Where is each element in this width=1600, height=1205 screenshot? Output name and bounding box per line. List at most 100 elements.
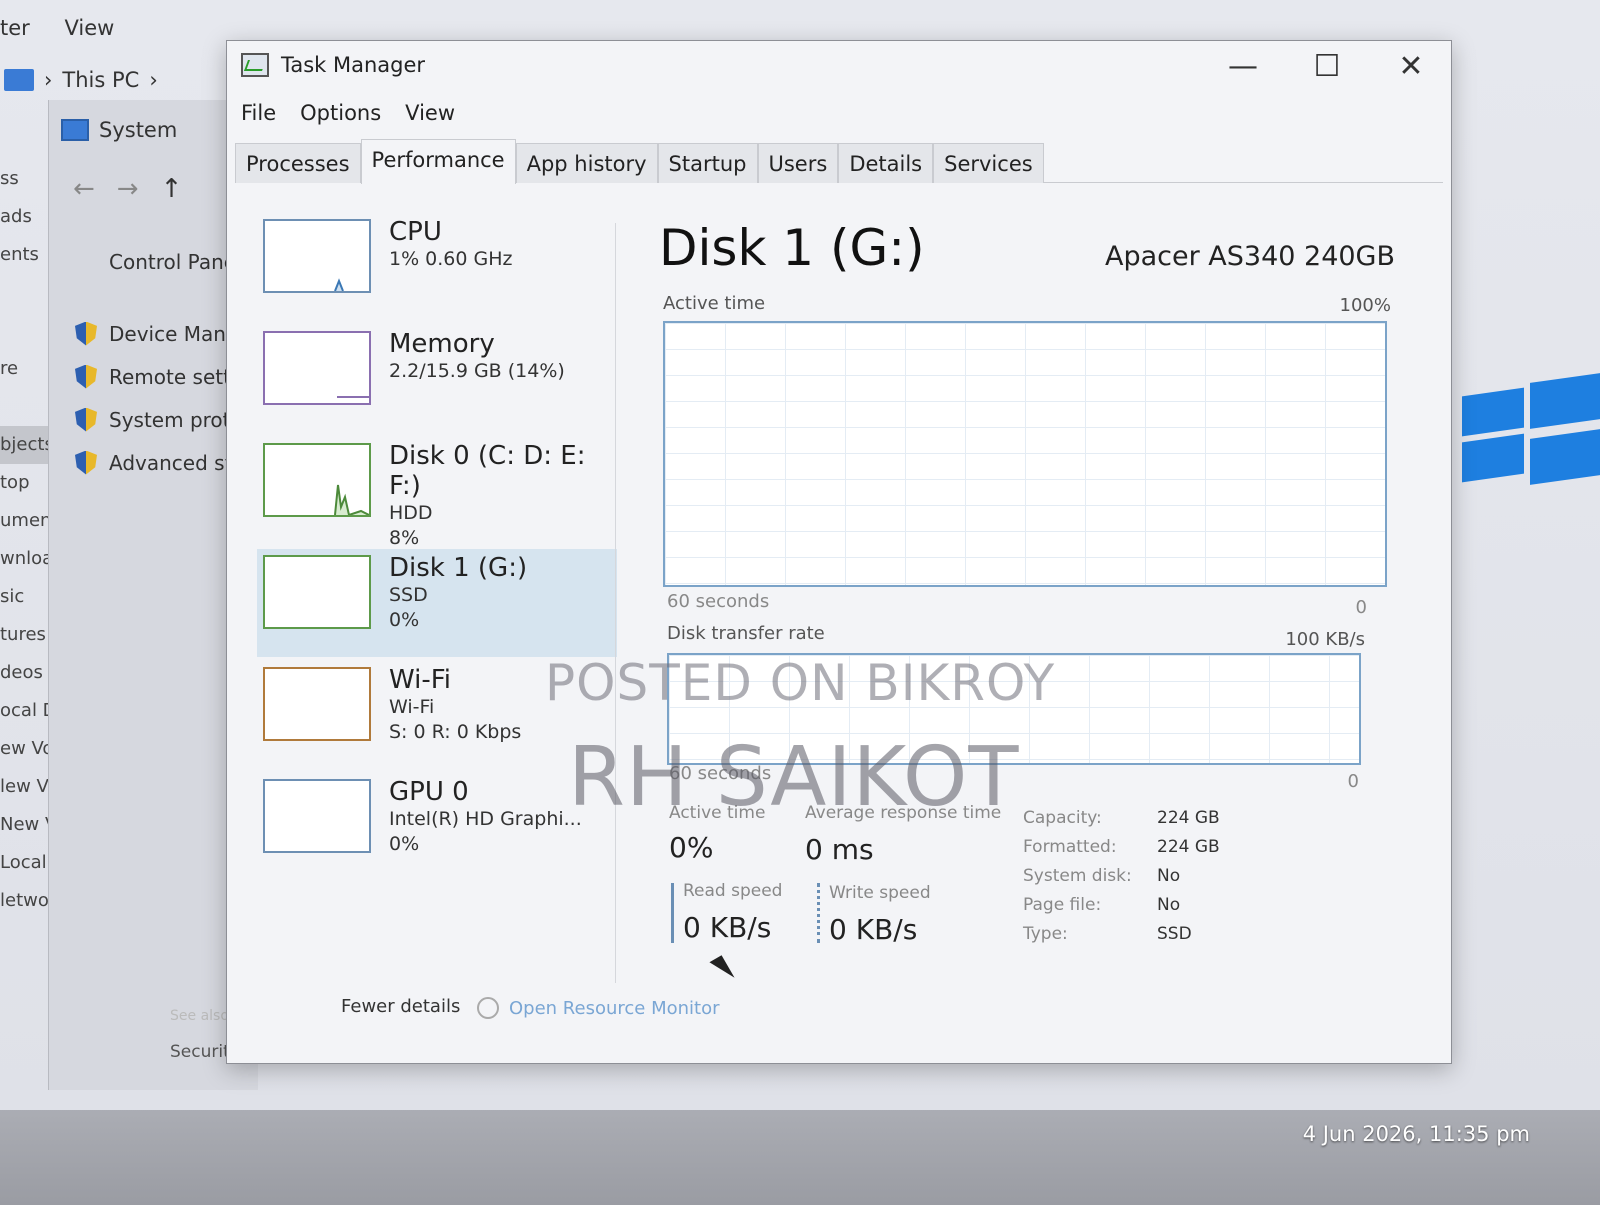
resource-disk0[interactable]: Disk 0 (C: D: E: F:) HDD 8% xyxy=(257,437,617,549)
see-also-label: See also xyxy=(170,1008,229,1024)
stat-write-label: Write speed xyxy=(829,883,931,903)
menu-options[interactable]: Options xyxy=(300,101,381,125)
property-key: Page file: xyxy=(1023,894,1102,915)
resource-detail: 1% 0.60 GHz xyxy=(389,248,513,270)
resource-gpu[interactable]: GPU 0 Intel(R) HD Graphi... 0% xyxy=(257,773,617,881)
tab-strip: Processes Performance App history Startu… xyxy=(235,139,1443,184)
system-header: System xyxy=(61,118,177,142)
resource-memory[interactable]: Memory 2.2/15.9 GB (14%) xyxy=(257,325,617,433)
explorer-address-bar[interactable]: › This PC › xyxy=(4,68,158,92)
menu-file[interactable]: File xyxy=(241,101,276,125)
stat-response-value: 0 ms xyxy=(805,833,874,866)
shield-icon xyxy=(75,450,97,475)
shield-icon xyxy=(75,407,97,432)
property-row: Page file: No xyxy=(1023,890,1220,919)
transfer-rate-max: 100 KB/s xyxy=(1285,629,1365,650)
resource-name: CPU xyxy=(389,217,442,247)
nav-buttons: ←→↑ xyxy=(73,174,204,204)
resource-detail: 0% xyxy=(389,833,420,855)
open-resource-monitor-link[interactable]: Open Resource Monitor xyxy=(477,997,720,1019)
window-controls: — ☐ ✕ xyxy=(1225,49,1429,84)
menu-bar: File Options View xyxy=(241,101,455,125)
tab-users[interactable]: Users xyxy=(757,143,839,183)
tab-startup[interactable]: Startup xyxy=(657,143,758,183)
explorer-menu-item[interactable]: View xyxy=(64,16,114,40)
gpu-thumbnail-graph xyxy=(263,779,371,853)
mouse-cursor-icon xyxy=(709,955,735,985)
resource-name: Memory xyxy=(389,329,495,359)
wifi-thumbnail-graph xyxy=(263,667,371,741)
transfer-rate-label: Disk transfer rate xyxy=(667,623,825,644)
property-value: No xyxy=(1157,865,1181,886)
property-value: 224 GB xyxy=(1157,807,1220,828)
active-time-span: 60 seconds xyxy=(667,591,770,612)
resource-cpu[interactable]: CPU 1% 0.60 GHz xyxy=(257,213,617,321)
transfer-rate-min: 0 xyxy=(1347,771,1359,792)
property-key: Formatted: xyxy=(1023,836,1117,857)
computer-icon xyxy=(4,69,34,91)
tab-app-history[interactable]: App history xyxy=(515,143,658,183)
resource-detail: 0% xyxy=(389,609,420,631)
disk-properties: Capacity: 224 GB Formatted: 224 GB System … xyxy=(1023,803,1220,948)
watermark-line1: POSTED ON BIKROY xyxy=(545,654,1056,712)
property-row: Capacity: 224 GB xyxy=(1023,803,1220,832)
resource-detail: HDD xyxy=(389,502,433,524)
explorer-menu-item[interactable]: ter xyxy=(0,16,30,40)
stat-write-value: 0 KB/s xyxy=(829,913,918,946)
chevron-right-icon: › xyxy=(44,68,53,92)
property-value: 224 GB xyxy=(1157,836,1220,857)
stat-read-label: Read speed xyxy=(683,881,783,901)
disk1-thumbnail-graph xyxy=(263,555,371,629)
resource-detail: Intel(R) HD Graphi... xyxy=(389,808,582,830)
panel-divider xyxy=(615,223,616,983)
memory-spark xyxy=(337,396,369,398)
property-row: Type: SSD xyxy=(1023,919,1220,948)
breadcrumb-this-pc[interactable]: This PC xyxy=(62,68,139,92)
resource-name: Wi-Fi xyxy=(389,665,452,695)
shield-icon xyxy=(75,321,97,346)
disk-model: Apacer AS340 240GB xyxy=(1105,241,1395,272)
maximize-button[interactable]: ☐ xyxy=(1309,49,1345,84)
open-resource-monitor-label: Open Resource Monitor xyxy=(509,997,720,1019)
control-panel-link[interactable]: Control Panel xyxy=(109,250,242,274)
property-row: System disk: No xyxy=(1023,861,1220,890)
resource-name: Disk 0 (C: D: E: F:) xyxy=(389,441,586,501)
resource-name: GPU 0 xyxy=(389,777,469,807)
system-icon xyxy=(61,119,89,141)
resource-disk1[interactable]: Disk 1 (G:) SSD 0% xyxy=(257,549,617,657)
minimize-button[interactable]: — xyxy=(1225,49,1261,84)
active-time-min: 0 xyxy=(1355,597,1367,618)
cpu-thumbnail-graph xyxy=(263,219,371,293)
fewer-details-button[interactable]: Fewer details xyxy=(341,996,460,1017)
forward-arrow-icon[interactable]: → xyxy=(117,174,161,204)
up-arrow-icon[interactable]: ↑ xyxy=(161,174,205,204)
active-time-label: Active time xyxy=(663,293,766,314)
resource-monitor-icon xyxy=(477,997,499,1019)
write-speed-bar xyxy=(817,883,820,943)
tab-performance[interactable]: Performance xyxy=(360,139,516,184)
stat-active-time-value: 0% xyxy=(669,831,714,864)
explorer-menubar: ter View xyxy=(0,16,142,40)
disk0-spark xyxy=(334,484,369,515)
system-label: System xyxy=(99,118,178,142)
task-manager-window: Task Manager — ☐ ✕ File Options View Pro… xyxy=(226,40,1452,1064)
tab-processes[interactable]: Processes xyxy=(235,143,361,183)
resource-detail: S: 0 R: 0 Kbps xyxy=(389,721,522,743)
tab-details[interactable]: Details xyxy=(838,143,934,183)
disk0-thumbnail-graph xyxy=(263,443,371,517)
tab-services[interactable]: Services xyxy=(933,143,1044,183)
task-manager-icon xyxy=(241,53,269,77)
resource-detail: 8% xyxy=(389,527,420,549)
disk-title: Disk 1 (G:) xyxy=(659,219,925,277)
active-time-max: 100% xyxy=(1339,295,1391,316)
property-value: SSD xyxy=(1157,923,1192,944)
photo-timestamp: 4 Jun 2026, 11:35 pm xyxy=(1302,1122,1530,1146)
window-title: Task Manager xyxy=(281,53,426,77)
property-key: Type: xyxy=(1023,923,1068,944)
close-button[interactable]: ✕ xyxy=(1393,49,1429,84)
property-key: System disk: xyxy=(1023,865,1132,886)
cpu-spark xyxy=(334,278,344,291)
menu-view[interactable]: View xyxy=(405,101,455,125)
chevron-right-icon: › xyxy=(149,68,158,92)
back-arrow-icon[interactable]: ← xyxy=(73,174,117,204)
